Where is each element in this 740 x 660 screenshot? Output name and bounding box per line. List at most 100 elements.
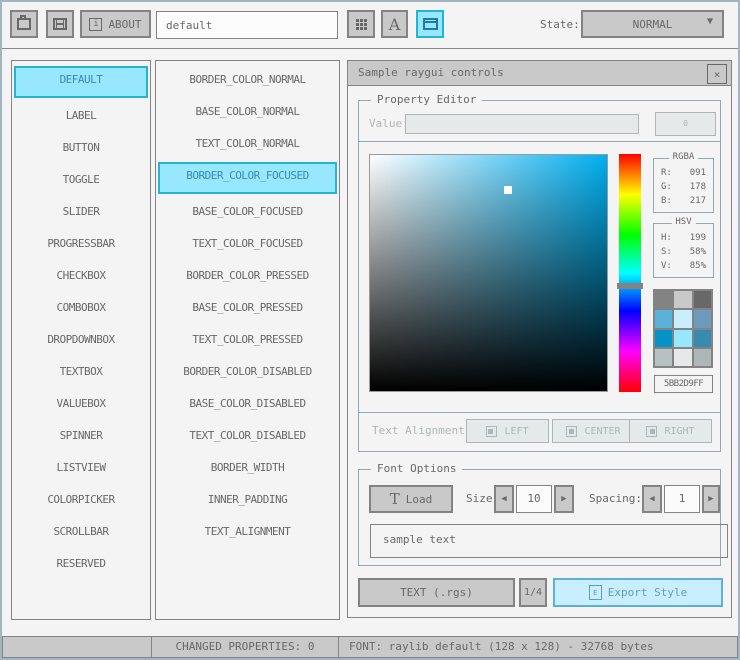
export-style-button[interactable]: E Export Style: [553, 578, 723, 607]
prop-text-color-pressed[interactable]: TEXT_COLOR_PRESSED: [158, 326, 337, 354]
size-increment-button[interactable]: ▶: [554, 485, 574, 513]
toolbar: i ABOUT A State: NORMAL ▼: [2, 2, 738, 49]
export-format-button[interactable]: TEXT (.rgs): [358, 578, 515, 607]
format-page-indicator[interactable]: 1/4: [519, 578, 547, 607]
style-color-swatches: [653, 289, 713, 368]
list-item-scrollbar[interactable]: SCROLLBAR: [14, 518, 148, 546]
list-item-valuebox[interactable]: VALUEBOX: [14, 390, 148, 418]
font-load-button[interactable]: T Load: [369, 485, 453, 513]
font-load-icon: T: [389, 490, 400, 508]
swatch-base-pressed[interactable]: [674, 329, 692, 347]
sample-text-box[interactable]: sample text: [370, 524, 728, 558]
close-button[interactable]: ×: [707, 64, 727, 84]
list-item-default[interactable]: DEFAULT: [14, 66, 148, 98]
window-titlebar[interactable]: Sample raygui controls ×: [348, 61, 731, 86]
value-input[interactable]: [405, 114, 639, 134]
list-item-toggle[interactable]: TOGGLE: [14, 166, 148, 194]
open-style-button[interactable]: [10, 10, 38, 38]
statusbar-left: [2, 636, 152, 658]
swatch-base-disabled[interactable]: [674, 348, 692, 366]
about-button[interactable]: i ABOUT: [80, 10, 151, 38]
swatch-border-pressed[interactable]: [655, 329, 673, 347]
list-item-dropdownbox[interactable]: DROPDOWNBOX: [14, 326, 148, 354]
b-label: B:: [661, 196, 672, 206]
swatch-border-disabled[interactable]: [655, 348, 673, 366]
grid-icon: [355, 18, 367, 30]
about-button-label: ABOUT: [108, 17, 142, 31]
folder-icon: [17, 15, 31, 30]
list-item-checkbox[interactable]: CHECKBOX: [14, 262, 148, 290]
hex-value-box[interactable]: 5BB2D9FF: [654, 375, 713, 393]
property-editor-group: Property Editor Value: 0 RGBA R: 091 G: …: [358, 93, 721, 452]
state-dropdown[interactable]: NORMAL ▼: [581, 10, 724, 38]
divider-top: [359, 141, 720, 142]
list-item-listview[interactable]: LISTVIEW: [14, 454, 148, 482]
list-item-progressbar[interactable]: PROGRESSBAR: [14, 230, 148, 258]
color-picker-marker[interactable]: [503, 185, 512, 194]
spacing-increment-button[interactable]: ▶: [702, 485, 720, 513]
format-page-label: 1/4: [523, 587, 543, 598]
grid-mode-button[interactable]: [347, 10, 375, 38]
statusbar-changed-properties: CHANGED PROPERTIES: 0: [151, 636, 339, 658]
rguistyler-app: i ABOUT A State: NORMAL ▼ DEFAULT LABEL …: [0, 0, 740, 660]
list-item-combobox[interactable]: COMBOBOX: [14, 294, 148, 322]
prop-border-color-normal[interactable]: BORDER_COLOR_NORMAL: [158, 66, 337, 94]
hsv-row-v: V: 85%: [654, 259, 713, 273]
style-name-input[interactable]: [156, 11, 338, 39]
spacing-decrement-button[interactable]: ◀: [642, 485, 662, 513]
prop-border-color-pressed[interactable]: BORDER_COLOR_PRESSED: [158, 262, 337, 290]
prop-text-alignment[interactable]: TEXT_ALIGNMENT: [158, 518, 337, 546]
swatch-border-normal[interactable]: [655, 291, 673, 309]
swatch-text-normal[interactable]: [693, 291, 711, 309]
prop-base-color-pressed[interactable]: BASE_COLOR_PRESSED: [158, 294, 337, 322]
prop-base-color-disabled[interactable]: BASE_COLOR_DISABLED: [158, 390, 337, 418]
prop-base-color-normal[interactable]: BASE_COLOR_NORMAL: [158, 98, 337, 126]
list-item-button[interactable]: BUTTON: [14, 134, 148, 162]
align-center-button[interactable]: CENTER: [552, 419, 635, 443]
chevron-down-icon: ▼: [706, 16, 713, 27]
rgba-row-r: R: 091: [654, 166, 713, 180]
list-item-slider[interactable]: SLIDER: [14, 198, 148, 226]
prop-text-color-normal[interactable]: TEXT_COLOR_NORMAL: [158, 130, 337, 158]
prop-text-color-disabled[interactable]: TEXT_COLOR_DISABLED: [158, 422, 337, 450]
list-item-textbox[interactable]: TEXTBOX: [14, 358, 148, 386]
swatch-text-disabled[interactable]: [693, 348, 711, 366]
spin-left-icon: ◀: [649, 494, 655, 504]
hue-bar[interactable]: [619, 154, 641, 392]
align-right-button[interactable]: RIGHT: [629, 419, 712, 443]
spin-right-icon: ▶: [561, 494, 567, 504]
size-value-box[interactable]: 10: [516, 485, 552, 513]
g-value: 178: [689, 182, 706, 192]
swatch-text-pressed[interactable]: [693, 329, 711, 347]
state-label: State:: [540, 18, 580, 31]
spacing-value-box[interactable]: 1: [664, 485, 700, 513]
font-mode-button[interactable]: A: [381, 10, 408, 38]
prop-inner-padding[interactable]: INNER_PADDING: [158, 486, 337, 514]
list-item-reserved[interactable]: RESERVED: [14, 550, 148, 578]
properties-list: BORDER_COLOR_NORMAL BASE_COLOR_NORMAL TE…: [155, 60, 340, 620]
swatch-base-normal[interactable]: [674, 291, 692, 309]
align-left-label: LEFT: [504, 425, 529, 437]
prop-border-width[interactable]: BORDER_WIDTH: [158, 454, 337, 482]
window-mode-button[interactable]: [416, 10, 444, 38]
swatch-border-focused[interactable]: [655, 310, 673, 328]
size-decrement-button[interactable]: ◀: [494, 485, 514, 513]
swatch-base-focused[interactable]: [674, 310, 692, 328]
hsv-row-h: H: 199: [654, 231, 713, 245]
list-item-spinner[interactable]: SPINNER: [14, 422, 148, 450]
prop-border-color-focused[interactable]: BORDER_COLOR_FOCUSED: [158, 162, 337, 194]
swatch-text-focused[interactable]: [693, 310, 711, 328]
info-icon: i: [89, 17, 103, 31]
align-left-button[interactable]: LEFT: [466, 419, 549, 443]
save-style-button[interactable]: [46, 10, 74, 38]
prop-base-color-focused[interactable]: BASE_COLOR_FOCUSED: [158, 198, 337, 226]
list-item-colorpicker[interactable]: COLORPICKER: [14, 486, 148, 514]
color-picker-panel[interactable]: [369, 154, 608, 392]
prop-text-color-focused[interactable]: TEXT_COLOR_FOCUSED: [158, 230, 337, 258]
hue-slider-handle[interactable]: [617, 283, 643, 289]
prop-border-color-disabled[interactable]: BORDER_COLOR_DISABLED: [158, 358, 337, 386]
value-apply-button[interactable]: 0: [655, 112, 716, 136]
font-load-label: Load: [405, 492, 433, 506]
align-right-icon: [646, 425, 658, 437]
list-item-label[interactable]: LABEL: [14, 102, 148, 130]
